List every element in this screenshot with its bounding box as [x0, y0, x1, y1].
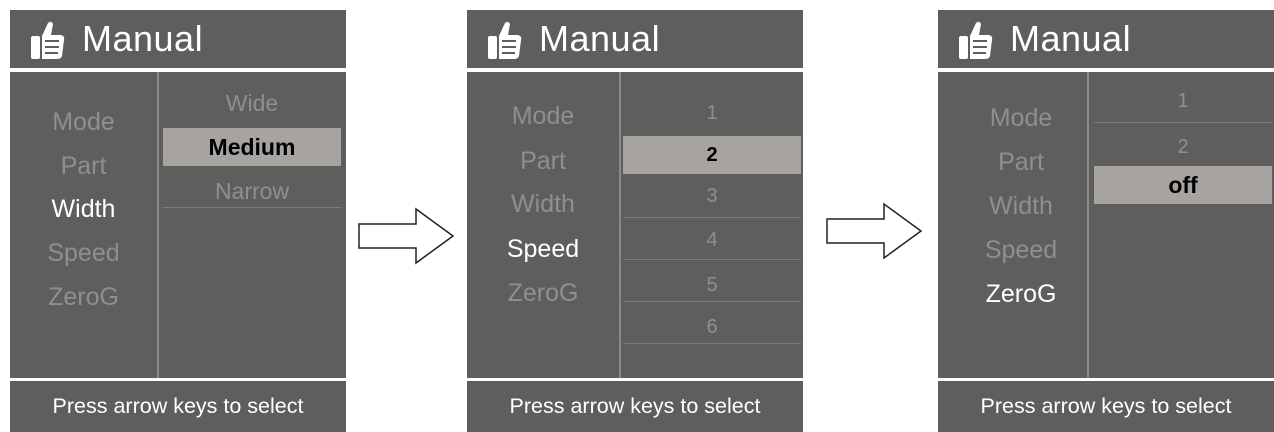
option-5[interactable]: 5	[623, 270, 801, 300]
right-arrow-icon	[358, 207, 455, 265]
thumbs-up-icon	[488, 21, 522, 59]
menu-item-zerog[interactable]: ZeroG	[10, 282, 157, 312]
menu-item-part[interactable]: Part	[10, 151, 157, 181]
screen-title: Manual	[1010, 18, 1132, 59]
option-6[interactable]: 6	[623, 312, 801, 342]
option-2[interactable]: 2	[1094, 132, 1272, 162]
screen-width: Manual Mode Part Width Speed ZeroG Wide …	[10, 10, 346, 432]
header: Manual	[467, 10, 803, 68]
menu-item-zerog[interactable]: ZeroG	[938, 279, 1104, 309]
menu-item-part[interactable]: Part	[938, 147, 1104, 177]
option-divider	[1094, 122, 1272, 123]
menu-item-width[interactable]: Width	[467, 189, 619, 219]
menu-item-width[interactable]: Width	[10, 194, 157, 224]
option-3[interactable]: 3	[623, 181, 801, 211]
option-medium[interactable]: Medium	[163, 128, 341, 166]
option-2[interactable]: 2	[623, 136, 801, 174]
menu-item-mode[interactable]: Mode	[938, 103, 1104, 133]
menu-item-speed[interactable]: Speed	[467, 234, 619, 264]
right-arrow-icon	[826, 202, 923, 260]
menu-area: Mode Part Width Speed ZeroG 1 2 3 4 5 6	[467, 72, 803, 378]
menu-item-mode[interactable]: Mode	[10, 107, 157, 137]
footer-hint: Press arrow keys to select	[980, 394, 1232, 418]
option-wide[interactable]: Wide	[163, 88, 341, 118]
menu-item-part[interactable]: Part	[467, 146, 619, 176]
option-divider	[623, 343, 801, 344]
column-divider	[157, 72, 159, 378]
option-1[interactable]: 1	[623, 98, 801, 128]
option-1[interactable]: 1	[1094, 86, 1272, 116]
menu-item-speed[interactable]: Speed	[938, 235, 1104, 265]
option-divider	[623, 259, 801, 260]
menu-item-speed[interactable]: Speed	[10, 238, 157, 268]
menu-item-width[interactable]: Width	[938, 191, 1104, 221]
menu-item-zerog[interactable]: ZeroG	[467, 278, 619, 308]
screen-title: Manual	[82, 18, 204, 59]
header: Manual	[10, 10, 346, 68]
screen-zerog: Manual Mode Part Width Speed ZeroG 1 2 o…	[938, 10, 1274, 432]
screen-speed: Manual Mode Part Width Speed ZeroG 1 2 3…	[467, 10, 803, 432]
option-narrow[interactable]: Narrow	[163, 176, 341, 206]
menu-item-mode[interactable]: Mode	[467, 101, 619, 131]
thumbs-up-icon	[31, 21, 65, 59]
column-divider	[619, 72, 621, 378]
screen-title: Manual	[539, 18, 661, 59]
option-4[interactable]: 4	[623, 225, 801, 255]
option-divider	[623, 301, 801, 302]
option-divider	[163, 207, 341, 208]
menu-area: Mode Part Width Speed ZeroG Wide Medium …	[10, 72, 346, 378]
menu-area: Mode Part Width Speed ZeroG 1 2 off	[938, 72, 1274, 378]
footer-hint: Press arrow keys to select	[509, 394, 761, 418]
footer-hint: Press arrow keys to select	[52, 394, 304, 418]
option-off[interactable]: off	[1094, 166, 1272, 204]
header: Manual	[938, 10, 1274, 68]
thumbs-up-icon	[959, 21, 993, 59]
option-divider	[623, 217, 801, 218]
